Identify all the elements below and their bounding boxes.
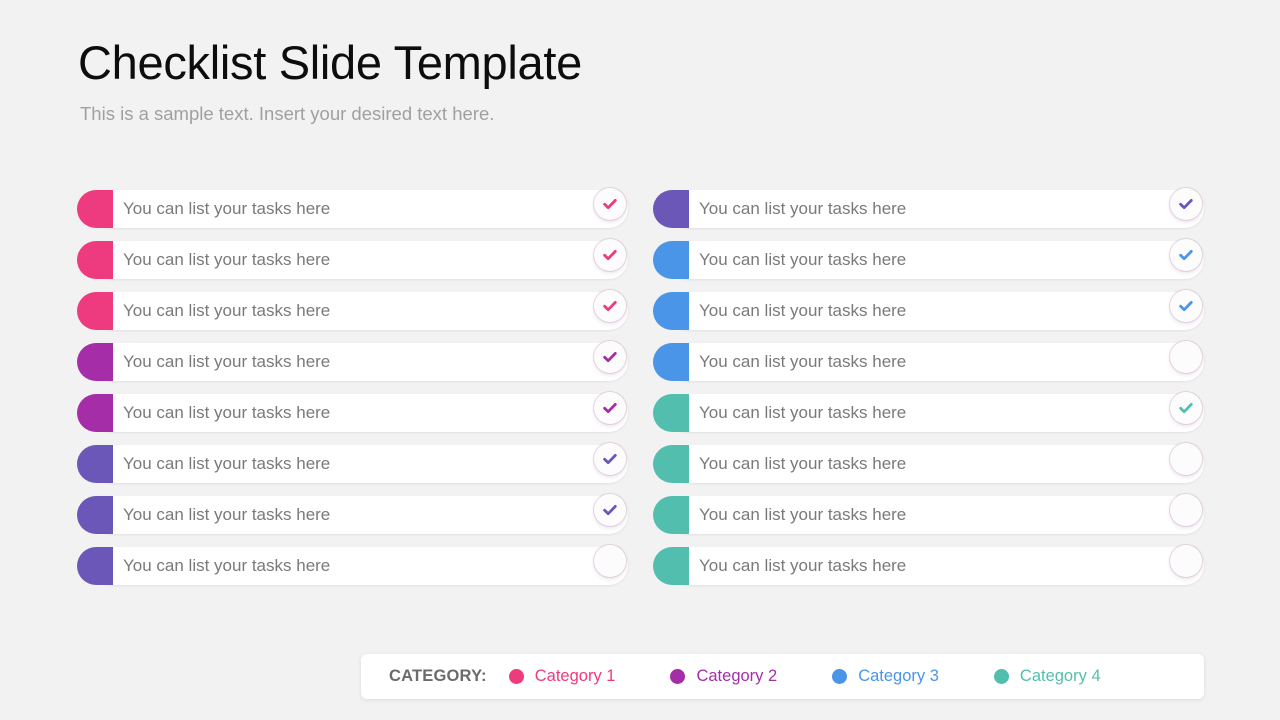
task-category-accent	[77, 292, 113, 330]
task-label: You can list your tasks here	[699, 301, 907, 320]
task-category-accent	[77, 241, 113, 279]
legend-item[interactable]: Category 3	[832, 667, 939, 686]
category-legend: CATEGORY: Category 1 Category 2 Category 3…	[361, 654, 1204, 699]
slide-header: Checklist Slide Template This is a sampl…	[78, 36, 1178, 125]
checkmark-icon[interactable]	[594, 239, 626, 271]
task-label: You can list your tasks here	[123, 454, 331, 473]
page-title: Checklist Slide Template	[78, 36, 582, 89]
checkmark-icon[interactable]	[594, 290, 626, 322]
task-category-accent	[77, 190, 113, 228]
task-label: You can list your tasks here	[699, 454, 907, 473]
task-category-accent	[653, 547, 689, 585]
task-category-accent	[653, 343, 689, 381]
checklist-area: You can list your tasks here You can list…	[0, 188, 1280, 590]
task-row[interactable]: You can list your tasks here	[653, 392, 1204, 432]
task-category-accent	[653, 496, 689, 534]
legend-label: Category 1	[534, 667, 616, 685]
checkmark-icon[interactable]	[1170, 392, 1202, 424]
task-label: You can list your tasks here	[123, 250, 331, 269]
legend-item[interactable]: Category 2	[670, 667, 777, 686]
task-row[interactable]: You can list your tasks here	[653, 290, 1204, 330]
empty-checkbox-icon[interactable]	[1170, 443, 1202, 475]
empty-checkbox-icon[interactable]	[1170, 545, 1202, 577]
legend-label: Category 4	[1019, 667, 1101, 685]
task-row[interactable]: You can list your tasks here	[653, 494, 1204, 534]
task-category-accent	[653, 292, 689, 330]
task-category-accent	[653, 241, 689, 279]
legend-color-dot	[508, 669, 524, 684]
task-row[interactable]: You can list your tasks here	[653, 341, 1204, 381]
task-row[interactable]: You can list your tasks here	[77, 188, 628, 228]
task-row[interactable]: You can list your tasks here	[77, 443, 628, 483]
checklist-column-left: You can list your tasks here You can list…	[77, 188, 628, 598]
task-row[interactable]: You can list your tasks here	[77, 392, 628, 432]
checkmark-icon[interactable]	[1170, 290, 1202, 322]
checkmark-icon[interactable]	[594, 392, 626, 424]
page-subtitle: This is a sample text. Insert your desir…	[80, 103, 495, 125]
task-row[interactable]: You can list your tasks here	[653, 188, 1204, 228]
task-row[interactable]: You can list your tasks here	[77, 290, 628, 330]
legend-label: Category 3	[858, 667, 939, 685]
empty-checkbox-icon[interactable]	[1170, 494, 1202, 526]
task-label: You can list your tasks here	[123, 199, 331, 218]
checkmark-icon[interactable]	[1170, 188, 1202, 220]
empty-checkbox-icon[interactable]	[1170, 341, 1202, 373]
task-row[interactable]: You can list your tasks here	[653, 443, 1204, 483]
checkmark-icon[interactable]	[594, 443, 626, 475]
task-row[interactable]: You can list your tasks here	[77, 341, 628, 381]
empty-checkbox-icon[interactable]	[594, 545, 626, 577]
task-label: You can list your tasks here	[699, 250, 907, 269]
legend-color-dot	[993, 669, 1009, 684]
task-category-accent	[653, 190, 689, 228]
task-label: You can list your tasks here	[123, 301, 331, 320]
task-category-accent	[77, 496, 113, 534]
legend-title: CATEGORY:	[389, 667, 487, 685]
checkmark-icon[interactable]	[1170, 239, 1202, 271]
checkmark-icon[interactable]	[594, 188, 626, 220]
task-row[interactable]: You can list your tasks here	[653, 545, 1204, 585]
task-label: You can list your tasks here	[123, 403, 331, 422]
task-category-accent	[77, 343, 113, 381]
legend-color-dot	[670, 669, 686, 684]
task-category-accent	[77, 445, 113, 483]
checklist-column-right: You can list your tasks here You can list…	[653, 188, 1204, 598]
checkmark-icon[interactable]	[594, 494, 626, 526]
task-label: You can list your tasks here	[699, 505, 907, 524]
legend-label: Category 2	[696, 667, 778, 685]
checkmark-icon[interactable]	[594, 341, 626, 373]
task-row[interactable]: You can list your tasks here	[77, 494, 628, 534]
task-category-accent	[653, 445, 689, 483]
task-category-accent	[77, 547, 113, 585]
task-label: You can list your tasks here	[699, 556, 907, 575]
task-label: You can list your tasks here	[123, 352, 331, 371]
legend-item[interactable]: Category 4	[993, 667, 1101, 686]
task-label: You can list your tasks here	[699, 352, 907, 371]
legend-items: Category 1 Category 2 Category 3 Category 4	[508, 667, 1156, 686]
task-label: You can list your tasks here	[123, 556, 331, 575]
task-label: You can list your tasks here	[699, 199, 907, 218]
task-label: You can list your tasks here	[699, 403, 907, 422]
task-category-accent	[653, 394, 689, 432]
task-row[interactable]: You can list your tasks here	[77, 239, 628, 279]
task-label: You can list your tasks here	[123, 505, 331, 524]
task-category-accent	[77, 394, 113, 432]
legend-item[interactable]: Category 1	[508, 667, 616, 686]
task-row[interactable]: You can list your tasks here	[77, 545, 628, 585]
task-row[interactable]: You can list your tasks here	[653, 239, 1204, 279]
legend-color-dot	[832, 669, 848, 684]
